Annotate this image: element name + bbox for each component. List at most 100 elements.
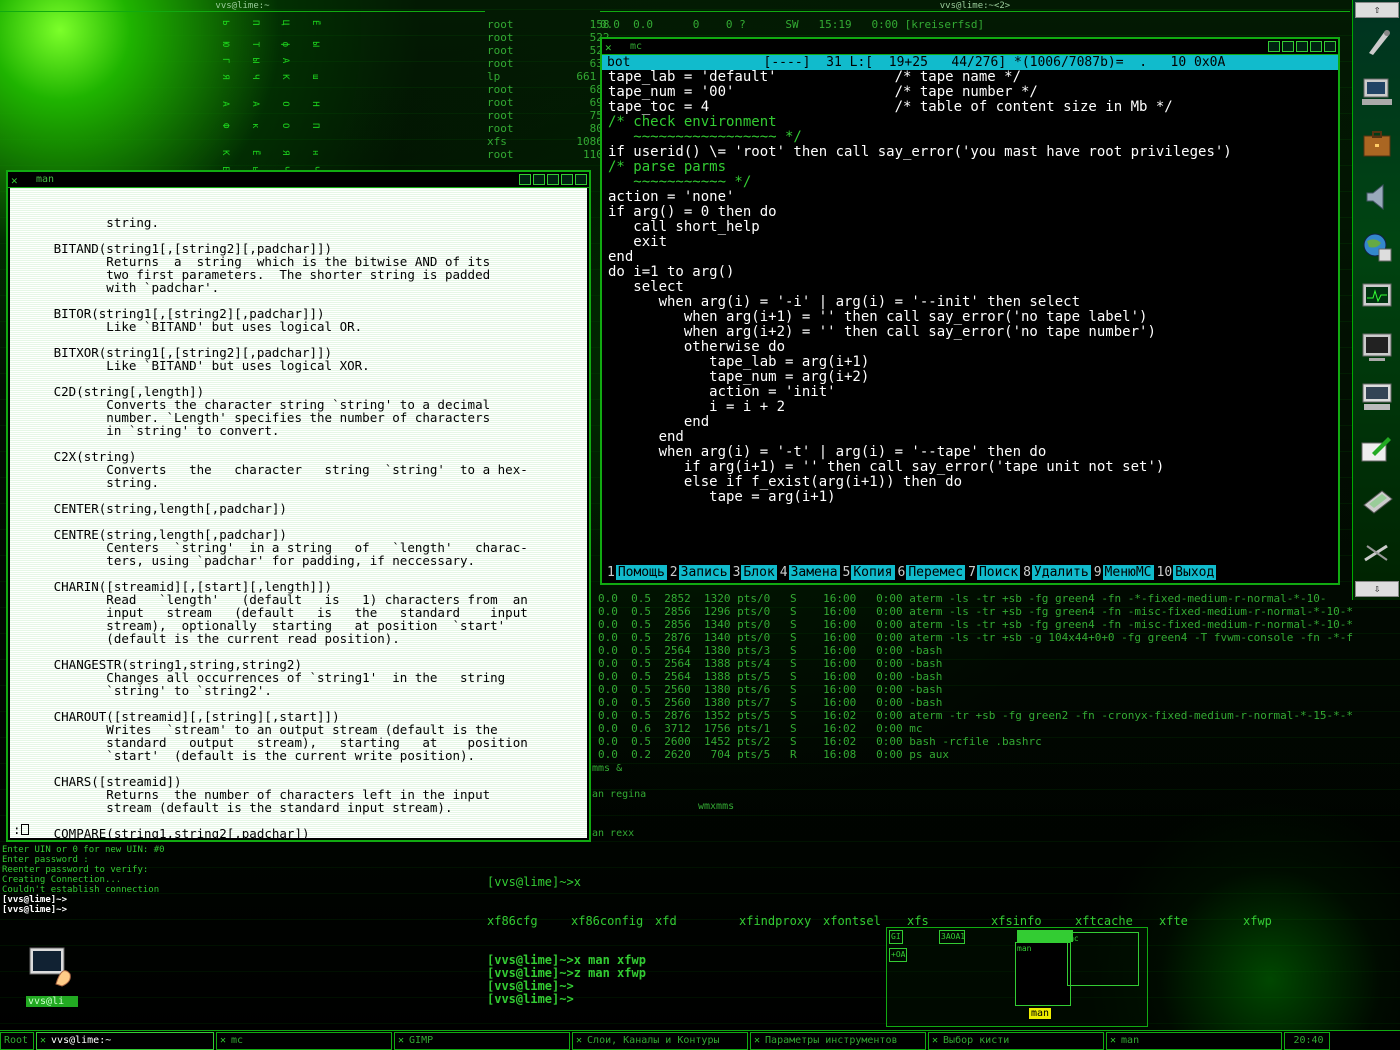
- man-line: COMPARE(string1,string2[,padchar]): [16, 826, 310, 838]
- shade-icon[interactable]: [533, 174, 545, 185]
- file-item: xfwp: [1243, 914, 1272, 928]
- root-menu-button[interactable]: Root: [0, 1031, 34, 1050]
- code-line: tape = arg(i+1): [608, 489, 836, 505]
- code-line: exit: [608, 234, 668, 250]
- process-row: lp 661: [487, 70, 597, 83]
- mc-editor[interactable]: tape_lab = 'default' /* tape name */ tape…: [602, 70, 1338, 505]
- close-icon[interactable]: ✕: [605, 40, 612, 56]
- menu-icon[interactable]: [519, 174, 531, 185]
- mc-titlebar[interactable]: ✕ mc: [602, 39, 1338, 55]
- wrench-icon[interactable]: [1359, 536, 1395, 570]
- man-line: `start' (default is the current write po…: [16, 748, 476, 763]
- process-row: 0.0 0.6 3712 1756 pts/1 S 16:02 0:00 mc: [598, 722, 923, 735]
- fkey-button[interactable]: 7 Поиск: [967, 565, 1021, 580]
- task-button[interactable]: ✕ Параметры инструментов: [750, 1031, 926, 1050]
- maximize-icon[interactable]: [1324, 41, 1336, 52]
- mc-window[interactable]: ✕ mc bot [----] 31 L:[ 19+25 44/276] *(1…: [600, 37, 1340, 585]
- file-item: xfd: [655, 914, 677, 928]
- process-row: root527: [487, 44, 610, 57]
- fkey-button[interactable]: 9 МенюMC: [1093, 565, 1154, 580]
- briefcase-icon[interactable]: [1359, 126, 1395, 160]
- maximize-icon[interactable]: [575, 174, 587, 185]
- code-line: ~~~~~~~~~~~ */: [608, 174, 752, 190]
- stick-icon[interactable]: [547, 174, 559, 185]
- terminal-line: Creating Connection...: [2, 875, 122, 885]
- task-button[interactable]: ✕ Выбор кисти: [928, 1031, 1104, 1050]
- code-line: tape_lab = arg(i+1): [608, 354, 870, 370]
- process-row: 0.0 0.5 2560 1380 pts/7 S 16:00 0:00 -ba…: [598, 696, 943, 709]
- code-line: when arg(i+1) = '' then call say_error('…: [608, 309, 1148, 325]
- process-row: 0.0 0.5 2876 1340 pts/0 S 16:00 0:00 ate…: [598, 631, 1353, 644]
- menu-icon[interactable]: [1268, 41, 1280, 52]
- editor-icon[interactable]: [1359, 432, 1395, 466]
- fkey-button[interactable]: 4 Замена: [779, 565, 840, 580]
- code-line: /* parse parms: [608, 159, 727, 175]
- stick-icon[interactable]: [1296, 41, 1308, 52]
- terminal-line: Enter password :: [2, 855, 89, 865]
- code-line: end: [608, 249, 634, 265]
- terminal-left[interactable]: Enter UIN or 0 for new UIN: #0 Enter pass…: [2, 845, 165, 915]
- scroll-up-button[interactable]: ⇧: [1355, 2, 1399, 18]
- tools-icon[interactable]: [1359, 24, 1395, 58]
- speaker-icon[interactable]: [1359, 180, 1395, 214]
- process-row: root753: [487, 109, 610, 122]
- code-line: otherwise do: [608, 339, 786, 355]
- man-prompt[interactable]: :: [13, 823, 29, 836]
- process-row: root 158: [487, 18, 610, 31]
- task-button[interactable]: ✕ man: [1106, 1031, 1282, 1050]
- man-page-text[interactable]: string. BITAND(string1[,[string2][,padch…: [10, 188, 587, 838]
- terminal-line: Reenter password to verify:: [2, 865, 149, 875]
- code-line: when arg(i+2) = '' then call say_error('…: [608, 324, 1156, 340]
- fkey-button[interactable]: 5 Копия: [842, 565, 895, 580]
- terminal-line: [vvs@lime]~>: [2, 895, 68, 905]
- file-item: xfte: [1159, 914, 1188, 928]
- desk-title-left: vvs@lime:~: [0, 0, 485, 12]
- process-first-line: 0.0 0.0 0 0 ? SW 15:19 0:00 [kreiserfsd]: [600, 18, 985, 31]
- taskbar: Root ✕ vvs@lime:~ ✕ mc ✕ GIMP ✕ Слои, Каналы…: [0, 1030, 1400, 1050]
- pager-window[interactable]: GI: [889, 930, 903, 944]
- desktop-icon-label: vvs@li: [26, 996, 78, 1007]
- scroll-down-button[interactable]: ⇩: [1355, 581, 1399, 597]
- file-item: xfindproxy: [739, 914, 812, 928]
- code-line: if userid() \= 'root' then call say_erro…: [608, 144, 1232, 160]
- code-line: if arg() = 0 then do: [608, 204, 777, 220]
- code-line: tape_lab = 'default' /* tape name */: [608, 69, 1022, 85]
- task-button[interactable]: ✕ mc: [216, 1031, 392, 1050]
- terminal-icon[interactable]: [1359, 330, 1395, 364]
- pager-window[interactable]: ЗАОА1: [939, 930, 965, 944]
- process-row: 0.0 0.5 2856 1296 pts/0 S 16:00 0:00 ate…: [598, 605, 1353, 618]
- task-button[interactable]: ✕ GIMP: [394, 1031, 570, 1050]
- fkey-button[interactable]: 10 Выход: [1156, 565, 1217, 580]
- minimize-icon[interactable]: [561, 174, 573, 185]
- fkey-button[interactable]: 2 Запись: [669, 565, 730, 580]
- task-button[interactable]: ✕ vvs@lime:~: [36, 1031, 214, 1050]
- shade-icon[interactable]: [1282, 41, 1294, 52]
- globe-icon[interactable]: [1359, 230, 1395, 264]
- monitor-icon[interactable]: [1359, 280, 1395, 314]
- close-icon[interactable]: ✕: [11, 173, 18, 189]
- fkey-button[interactable]: 1 Помощь: [606, 565, 667, 580]
- fkey-button[interactable]: 6 Перемес: [897, 565, 966, 580]
- pager-window-man[interactable]: man: [1015, 942, 1071, 1006]
- code-line: tape_num = arg(i+2): [608, 369, 870, 385]
- pager-window-mc[interactable]: mc: [1067, 932, 1139, 986]
- pager-window[interactable]: +ОА: [889, 948, 907, 962]
- process-row: 0.0 0.5 2560 1380 pts/6 S 16:00 0:00 -ba…: [598, 683, 943, 696]
- code-line: tape_toc = 4 /* table of content size in…: [608, 99, 1173, 115]
- man-line: CENTER(string,length[,padchar]): [16, 501, 287, 516]
- man-titlebar[interactable]: ✕ man: [8, 172, 589, 188]
- keyboard-icon[interactable]: [1359, 380, 1395, 414]
- desktop-pager[interactable]: GI ЗАОА1 +ОА man mc man: [886, 927, 1148, 1027]
- scanner-icon[interactable]: [1359, 484, 1395, 518]
- desktop-terminal-icon[interactable]: vvs@li: [26, 944, 78, 1007]
- man-window[interactable]: ✕ man string. BITAND(string1[,[string2][…: [6, 170, 591, 842]
- man-line: `string' to `string2'.: [16, 683, 272, 698]
- fkey-button[interactable]: 3 Блок: [732, 565, 777, 580]
- mc-title: mc: [630, 41, 643, 52]
- fkey-button[interactable]: 8 Удалить: [1022, 565, 1091, 580]
- computer-icon[interactable]: [1359, 74, 1395, 108]
- code-line: when arg(i) = '-i' | arg(i) = '--init' t…: [608, 294, 1081, 310]
- task-button[interactable]: ✕ Слои, Каналы и Контуры: [572, 1031, 748, 1050]
- scatter-wmxmms: wmxmms: [698, 801, 735, 812]
- minimize-icon[interactable]: [1310, 41, 1322, 52]
